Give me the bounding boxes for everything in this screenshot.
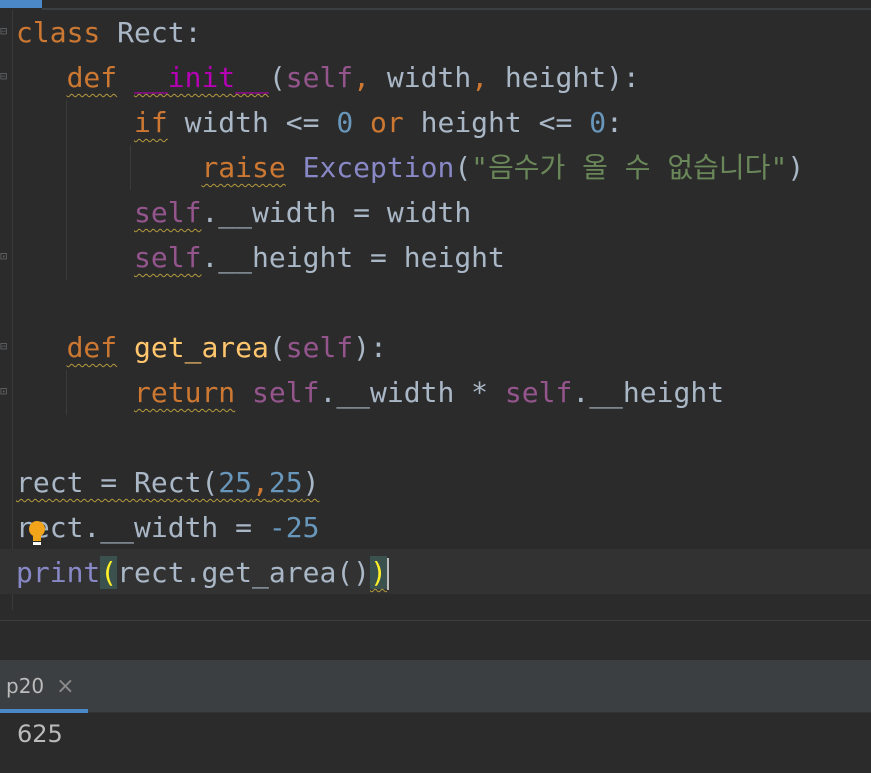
- code-line[interactable]: class Rect:: [16, 10, 201, 55]
- fold-marker-icon[interactable]: ⊟: [0, 24, 10, 38]
- code-token: class: [16, 16, 118, 49]
- code-token: ): [302, 466, 320, 499]
- code-token: rect = Rect(: [16, 466, 219, 499]
- editor-tab-indicator: [0, 0, 42, 8]
- code-token: print: [16, 556, 101, 589]
- code-token: get_area: [134, 331, 269, 364]
- code-line[interactable]: def get_area(self):: [16, 325, 387, 370]
- code-token: "음수가 올 수 없습니다": [471, 151, 788, 184]
- bulb-icon[interactable]: [28, 520, 46, 546]
- code-token: ):: [606, 61, 640, 94]
- code-token: width: [386, 61, 472, 94]
- code-token: ,: [353, 61, 387, 94]
- code-token: .__height = height: [201, 241, 505, 274]
- code-token: 0: [336, 106, 354, 139]
- code-token: (: [268, 61, 286, 94]
- code-token: (: [268, 331, 286, 364]
- code-token: .__width = width: [201, 196, 472, 229]
- run-panel: p20 × 625: [0, 660, 871, 773]
- code-token: return: [134, 376, 236, 409]
- code-line[interactable]: return self.__width * self.__height: [16, 370, 724, 415]
- code-line[interactable]: def __init__(self, width, height):: [16, 55, 640, 100]
- fold-marker-icon[interactable]: ⊡: [0, 249, 10, 263]
- code-token: 25: [268, 466, 303, 499]
- code-token: ,: [471, 61, 505, 94]
- code-token: height <=: [420, 106, 590, 139]
- code-token: self: [285, 61, 354, 94]
- code-line[interactable]: if width <= 0 or height <= 0:: [16, 100, 623, 145]
- code-token: 25: [218, 466, 253, 499]
- code-token: 0: [589, 106, 607, 139]
- code-token: def: [66, 331, 118, 364]
- code-token: rect.__width =: [16, 511, 269, 544]
- code-line[interactable]: print(rect.get_area()): [16, 550, 389, 595]
- code-token: .__width *: [319, 376, 505, 409]
- code-token: raise: [201, 151, 286, 184]
- code-token: rect.get_area(): [117, 556, 371, 589]
- fold-marker-icon[interactable]: ⊡: [0, 384, 10, 398]
- code-token: width <=: [167, 106, 337, 139]
- code-token: Exception: [302, 151, 455, 184]
- run-tab-label: p20: [6, 674, 45, 698]
- fold-marker-icon[interactable]: ⊟: [0, 339, 10, 353]
- code-token: def: [66, 61, 118, 94]
- code-token: ): [370, 556, 387, 589]
- code-line[interactable]: rect = Rect(25,25): [16, 460, 319, 505]
- code-token: or: [353, 106, 421, 139]
- code-token: .__height: [572, 376, 725, 409]
- code-token: ): [787, 151, 805, 184]
- code-line[interactable]: self.__height = height: [16, 235, 505, 280]
- code-token: Rect:: [117, 16, 202, 49]
- code-token: height: [504, 61, 607, 94]
- code-line[interactable]: self.__width = width: [16, 190, 471, 235]
- run-tab-bar: p20 ×: [0, 660, 871, 713]
- code-token: ):: [353, 331, 387, 364]
- code-line[interactable]: raise Exception("음수가 올 수 없습니다"): [16, 145, 804, 190]
- code-line[interactable]: rect.__width = -25: [16, 505, 319, 550]
- code-token: (: [454, 151, 472, 184]
- code-token: self: [504, 376, 573, 409]
- run-tab-p20[interactable]: p20 ×: [0, 660, 88, 713]
- fold-marker-icon[interactable]: ⊟: [0, 69, 10, 83]
- code-token: self: [134, 196, 202, 229]
- code-editor[interactable]: ⊟ ⊟ ⊡ ⊟ ⊡ class Rect: def __init__(self,…: [0, 0, 871, 620]
- code-token: (: [100, 556, 118, 589]
- text-caret: [386, 558, 389, 590]
- close-icon[interactable]: ×: [56, 674, 74, 699]
- editor-bottom-strip: [0, 620, 871, 661]
- code-token: -25: [268, 511, 320, 544]
- code-token: :: [606, 106, 623, 139]
- code-token: if: [134, 106, 168, 139]
- code-token: self: [285, 331, 354, 364]
- console-output: 625: [17, 720, 63, 748]
- code-token: __init__: [134, 61, 269, 94]
- code-token: ,: [252, 466, 269, 499]
- gutter-separator: [12, 10, 13, 610]
- run-tab-active-indicator: [0, 709, 88, 713]
- code-token: self: [252, 376, 320, 409]
- code-token: self: [134, 241, 202, 274]
